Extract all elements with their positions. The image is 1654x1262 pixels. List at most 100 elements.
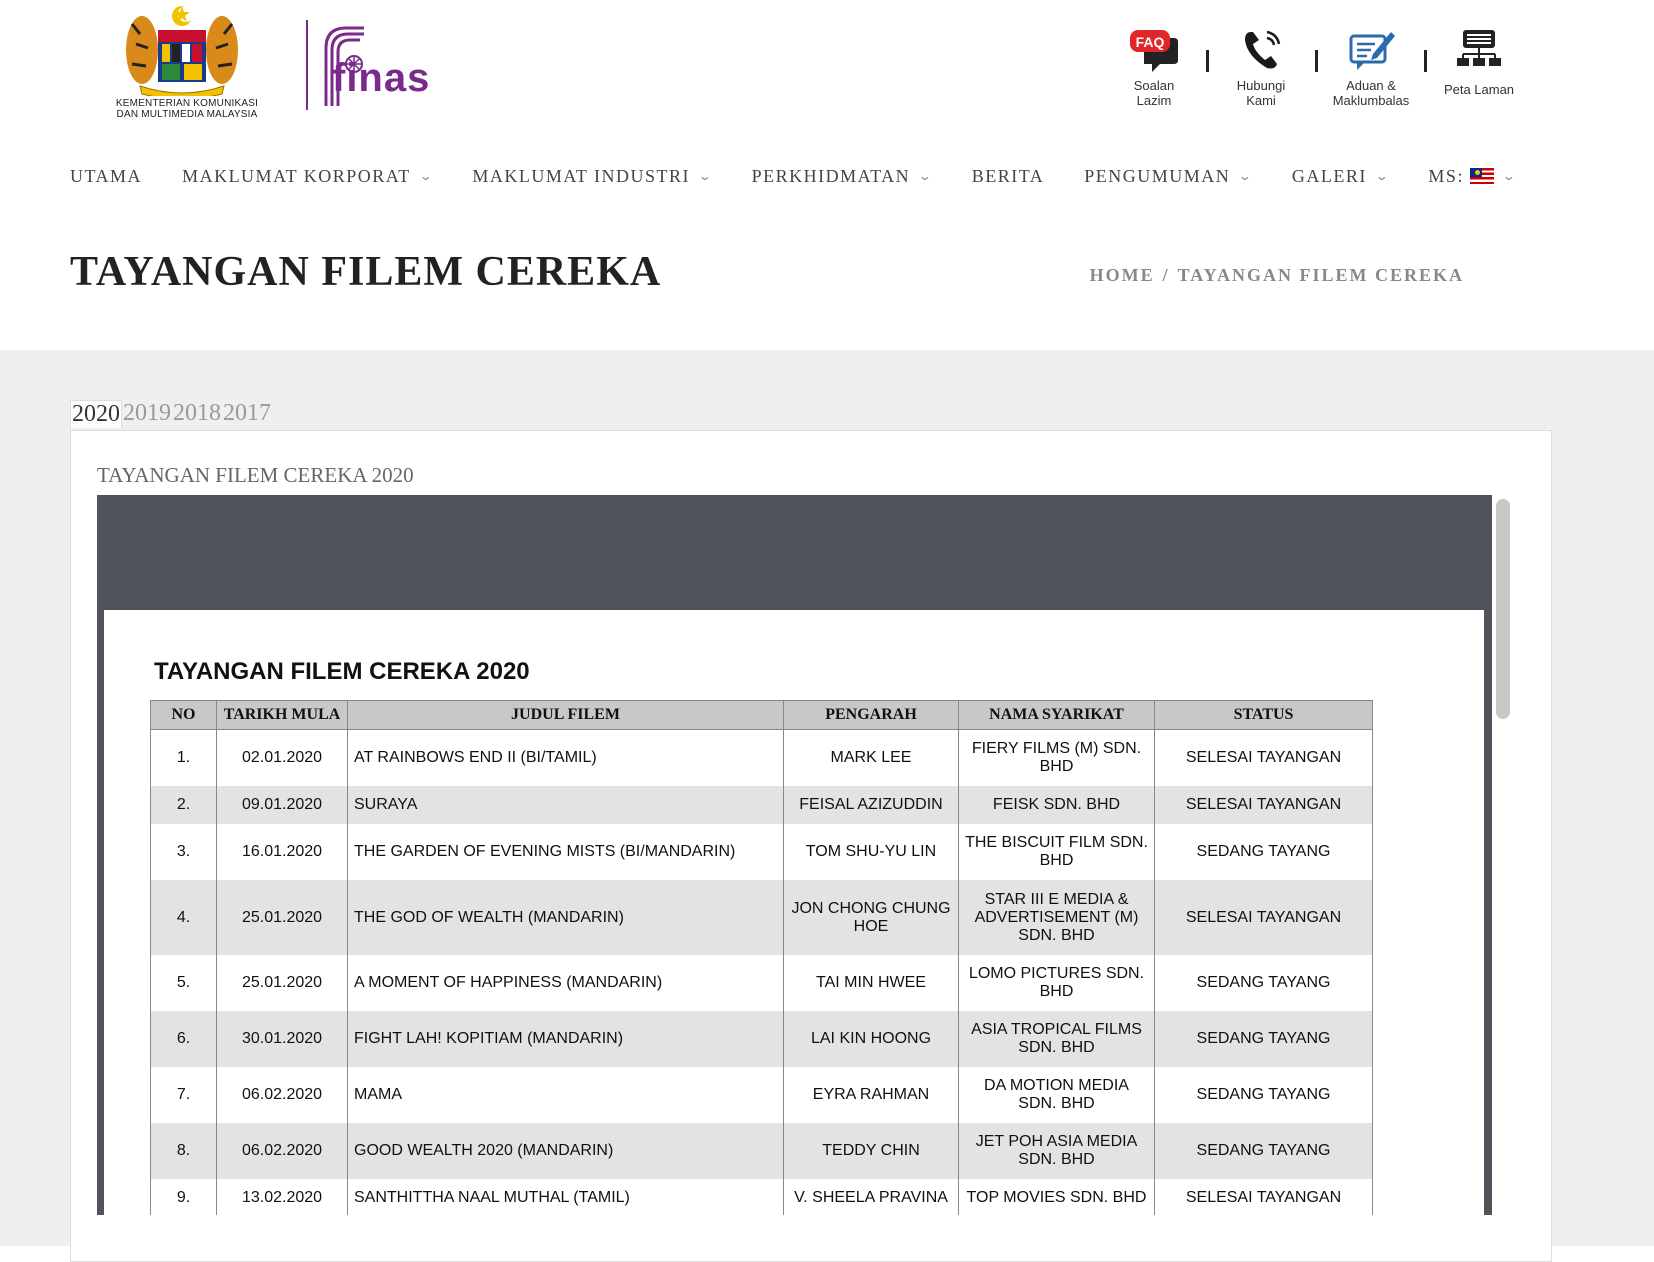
nav-galeri[interactable]: GALERI ⌄ [1292, 166, 1389, 187]
cell-date: 16.01.2020 [216, 824, 348, 880]
cell-title: A MOMENT OF HAPPINESS (MANDARIN) [347, 955, 784, 1011]
faq-link[interactable]: FAQ Soalan Lazim [1124, 26, 1184, 108]
cell-status: SELESAI TAYANGAN [1154, 1179, 1373, 1215]
viewer-scrollbar[interactable] [1496, 499, 1510, 719]
cell-director: JON CHONG CHUNG HOE [783, 880, 959, 955]
faq-label-2: Lazim [1136, 93, 1172, 108]
col-judul-filem: JUDUL FILEM [347, 700, 784, 730]
table-row: 9. 13.02.2020 SANTHITTHA NAAL MUTHAL (TA… [150, 1179, 1373, 1215]
cell-title: AT RAINBOWS END II (BI/TAMIL) [347, 729, 784, 786]
cell-status: SELESAI TAYANGAN [1154, 786, 1373, 824]
cell-status: SELESAI TAYANGAN [1154, 729, 1373, 786]
cell-date: 06.02.2020 [216, 1123, 348, 1179]
chevron-down-icon: ⌄ [1374, 168, 1391, 183]
tab-2019[interactable]: 2019 [122, 400, 172, 428]
cell-director: V. SHEELA PRAVINA [783, 1179, 959, 1215]
sitemap-link[interactable]: Peta Laman [1436, 26, 1522, 97]
cell-director: MARK LEE [783, 729, 959, 786]
nav-berita[interactable]: BERITA [972, 166, 1045, 187]
table-row: 5. 25.01.2020 A MOMENT OF HAPPINESS (MAN… [150, 955, 1373, 1011]
cell-status: SEDANG TAYANG [1154, 824, 1373, 880]
year-tabs: 2020 2019 2018 2017 [70, 400, 272, 428]
content-area: 2020 2019 2018 2017 TAYANGAN FILEM CEREK… [0, 350, 1654, 1262]
cell-no: 8. [150, 1123, 217, 1179]
cell-company: LOMO PICTURES SDN. BHD [958, 955, 1155, 1011]
pdf-viewer[interactable]: TAYANGAN FILEM CEREKA 2020 NO TARIKH MUL… [97, 495, 1492, 1215]
breadcrumb: HOME / TAYANGAN FILEM CEREKA [1090, 265, 1464, 286]
nav-utama[interactable]: UTAMA [70, 166, 142, 187]
cell-status: SEDANG TAYANG [1154, 1011, 1373, 1067]
cell-director: FEISAL AZIZUDDIN [783, 786, 959, 824]
col-tarikh-mula: TARIKH MULA [216, 700, 348, 730]
table-row: 3. 16.01.2020 THE GARDEN OF EVENING MIST… [150, 824, 1373, 880]
phone-icon [1245, 30, 1281, 69]
cell-title: SANTHITTHA NAAL MUTHAL (TAMIL) [347, 1179, 784, 1215]
feedback-label-1: Aduan & [1346, 78, 1396, 93]
ministry-name: KEMENTERIAN KOMUNIKASI DAN MULTIMEDIA MA… [115, 98, 259, 120]
cell-company: JET POH ASIA MEDIA SDN. BHD [958, 1123, 1155, 1179]
cell-title: FIGHT LAH! KOPITIAM (MANDARIN) [347, 1011, 784, 1067]
cell-date: 30.01.2020 [216, 1011, 348, 1067]
breadcrumb-home[interactable]: HOME [1090, 265, 1155, 285]
feedback-label-2: Maklumbalas [1332, 93, 1410, 108]
tab-panel: TAYANGAN FILEM CEREKA 2020 TAYANGAN FILE… [70, 430, 1552, 1262]
cell-date: 25.01.2020 [216, 880, 348, 955]
chevron-down-icon: ⌄ [1501, 168, 1518, 183]
cell-date: 25.01.2020 [216, 955, 348, 1011]
cell-date: 06.02.2020 [216, 1067, 348, 1123]
breadcrumb-separator: / [1162, 265, 1170, 285]
table-header-row: NO TARIKH MULA JUDUL FILEM PENGARAH NAMA… [150, 700, 1373, 730]
nav-language[interactable]: MS: ⌄ [1428, 166, 1515, 187]
cell-status: SEDANG TAYANG [1154, 1123, 1373, 1179]
cell-no: 6. [150, 1011, 217, 1067]
cell-no: 5. [150, 955, 217, 1011]
cell-title: THE GARDEN OF EVENING MISTS (BI/MANDARIN… [347, 824, 784, 880]
cell-company: FEISK SDN. BHD [958, 786, 1155, 824]
tab-2020[interactable]: 2020 [70, 400, 122, 428]
cell-date: 13.02.2020 [216, 1179, 348, 1215]
faq-icon: FAQ [1130, 30, 1178, 72]
tab-2017[interactable]: 2017 [222, 400, 272, 428]
cell-title: THE GOD OF WEALTH (MANDARIN) [347, 880, 784, 955]
cell-company: FIERY FILMS (M) SDN. BHD [958, 729, 1155, 786]
nav-perkhidmatan[interactable]: PERKHIDMATAN ⌄ [752, 166, 932, 187]
table-row: 6. 30.01.2020 FIGHT LAH! KOPITIAM (MANDA… [150, 1011, 1373, 1067]
chevron-down-icon: ⌄ [1237, 168, 1255, 183]
cell-no: 7. [150, 1067, 217, 1123]
col-no: NO [150, 700, 217, 730]
panel-title: TAYANGAN FILEM CEREKA 2020 [97, 463, 414, 487]
nav-maklumat-korporat[interactable]: MAKLUMAT KORPORAT ⌄ [182, 166, 433, 187]
chevron-down-icon: ⌄ [697, 168, 714, 183]
nav-pengumuman[interactable]: PENGUMUMAN ⌄ [1084, 166, 1252, 187]
svg-text:FAQ: FAQ [1136, 34, 1165, 50]
cell-company: ASIA TROPICAL FILMS SDN. BHD [958, 1011, 1155, 1067]
table-row: 4. 25.01.2020 THE GOD OF WEALTH (MANDARI… [150, 880, 1373, 955]
site-header: KEMENTERIAN KOMUNIKASI DAN MULTIMEDIA MA… [0, 0, 1654, 140]
main-nav: UTAMA MAKLUMAT KORPORAT ⌄ MAKLUMAT INDUST… [70, 160, 1556, 192]
pdf-page: TAYANGAN FILEM CEREKA 2020 NO TARIKH MUL… [104, 610, 1484, 1215]
sitemap-icon [1457, 30, 1501, 66]
quick-link-divider [1315, 50, 1318, 72]
cell-status: SELESAI TAYANGAN [1154, 880, 1373, 955]
page-title: TAYANGAN FILEM CEREKA [70, 249, 662, 295]
table-row: 8. 06.02.2020 GOOD WEALTH 2020 (MANDARIN… [150, 1123, 1373, 1179]
cell-no: 4. [150, 880, 217, 955]
sitemap-label: Peta Laman [1443, 82, 1515, 97]
col-nama-syarikat: NAMA SYARIKAT [958, 700, 1155, 730]
contact-label-1: Hubungi [1236, 78, 1286, 93]
contact-link[interactable]: Hubungi Kami [1226, 26, 1296, 108]
cell-status: SEDANG TAYANG [1154, 955, 1373, 1011]
cell-director: LAI KIN HOONG [783, 1011, 959, 1067]
nav-maklumat-industri[interactable]: MAKLUMAT INDUSTRI ⌄ [472, 166, 714, 187]
feedback-link[interactable]: Aduan & Maklumbalas [1324, 26, 1418, 108]
table-row: 7. 06.02.2020 MAMA EYRA RAHMAN DA MOTION… [150, 1067, 1373, 1123]
cell-company: STAR III E MEDIA & ADVERTISEMENT (M) SDN… [958, 880, 1155, 955]
cell-title: MAMA [347, 1067, 784, 1123]
cell-company: DA MOTION MEDIA SDN. BHD [958, 1067, 1155, 1123]
film-table: NO TARIKH MULA JUDUL FILEM PENGARAH NAMA… [150, 700, 1373, 1215]
cell-company: TOP MOVIES SDN. BHD [958, 1179, 1155, 1215]
cell-title: GOOD WEALTH 2020 (MANDARIN) [347, 1123, 784, 1179]
cell-director: TOM SHU-YU LIN [783, 824, 959, 880]
cell-title: SURAYA [347, 786, 784, 824]
tab-2018[interactable]: 2018 [172, 400, 222, 428]
